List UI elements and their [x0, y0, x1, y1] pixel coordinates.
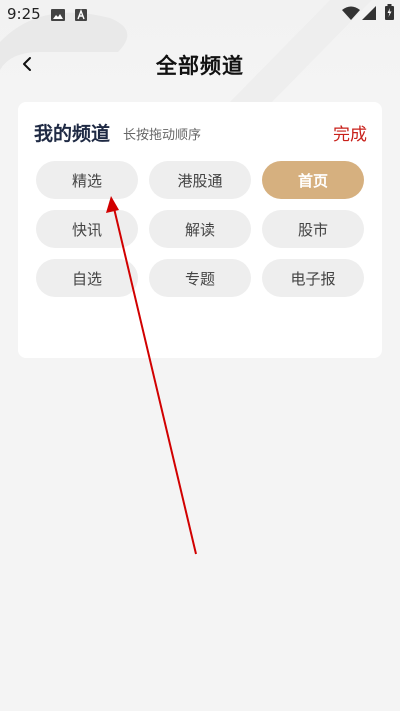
channel-chip[interactable]: 快讯 [36, 210, 138, 248]
drag-hint: 长按拖动顺序 [123, 128, 202, 143]
done-button[interactable]: 完成 [333, 120, 367, 145]
page-title: 全部频道 [156, 54, 244, 78]
channel-chip-selected[interactable]: 首页 [262, 161, 364, 199]
image-notification-icon [51, 6, 65, 25]
battery-icon [385, 4, 394, 24]
channel-chip[interactable]: 港股通 [149, 161, 251, 199]
my-channels-card: 我的频道 长按拖动顺序 完成 精选 港股通 首页 快讯 解读 股市 自选 专题 … [18, 102, 382, 358]
channel-chip[interactable]: 精选 [36, 161, 138, 199]
status-bar: 9:25 [0, 0, 400, 28]
my-channels-title: 我的频道 [34, 123, 111, 145]
channel-chip[interactable]: 专题 [149, 259, 251, 297]
wifi-icon [342, 5, 360, 24]
status-time: 9:25 [7, 5, 41, 23]
channel-chip[interactable]: 自选 [36, 259, 138, 297]
channel-chip[interactable]: 电子报 [262, 259, 364, 297]
signal-icon [362, 5, 376, 24]
nav-bar: 全部频道 [0, 44, 400, 84]
channel-chip[interactable]: 股市 [262, 210, 364, 248]
channel-chip[interactable]: 解读 [149, 210, 251, 248]
app-notification-icon [75, 6, 87, 25]
